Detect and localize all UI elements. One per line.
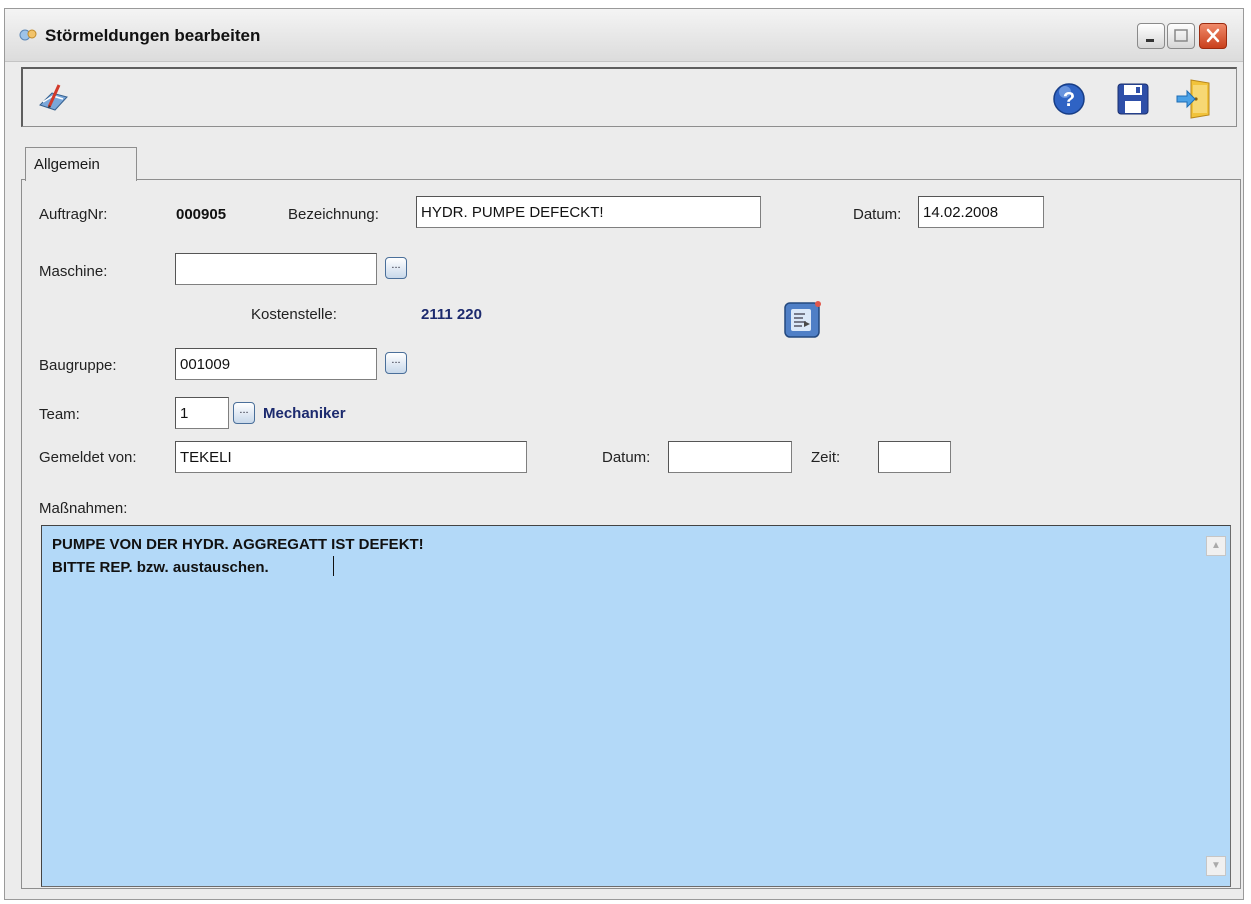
text-cursor bbox=[333, 556, 334, 576]
baugruppe-label: Baugruppe: bbox=[39, 357, 117, 374]
team-name-value: Mechaniker bbox=[263, 405, 346, 422]
team-field[interactable] bbox=[175, 397, 229, 429]
save-icon[interactable] bbox=[1116, 82, 1150, 120]
massnahmen-line-2: BITTE REP. bzw. austauschen. bbox=[52, 559, 269, 576]
datum-label: Datum: bbox=[602, 449, 651, 466]
massnahmen-textarea[interactable]: PUMPE VON DER HYDR. AGGREGATT IST DEFEKT… bbox=[41, 525, 1231, 887]
team-lookup-button[interactable]: ... bbox=[233, 402, 255, 424]
toolbar: ? bbox=[21, 67, 1237, 127]
baugruppe-lookup-button[interactable]: ... bbox=[385, 352, 407, 374]
datum-field[interactable] bbox=[668, 441, 792, 473]
scroll-down-icon[interactable]: ▼ bbox=[1206, 856, 1226, 876]
maschine-field[interactable] bbox=[175, 253, 377, 285]
close-icon bbox=[1206, 28, 1220, 43]
maximize-button[interactable] bbox=[1167, 23, 1195, 49]
scroll-up-icon[interactable]: ▲ bbox=[1206, 536, 1226, 556]
baugruppe-field[interactable] bbox=[175, 348, 377, 380]
gemeldet-von-label: Gemeldet von: bbox=[39, 449, 137, 466]
document-window-icon[interactable] bbox=[783, 299, 823, 345]
team-label: Team: bbox=[39, 406, 80, 423]
dialog-window: Störmeldungen bearbeiten ? Allgemein Auf… bbox=[4, 8, 1244, 900]
kostenstelle-value: 2111 220 bbox=[421, 306, 482, 323]
maschine-label: Maschine: bbox=[39, 263, 108, 280]
bezeichnung-field[interactable] bbox=[416, 196, 761, 228]
datum-top-field[interactable] bbox=[918, 196, 1044, 228]
close-button[interactable] bbox=[1199, 23, 1227, 49]
auftragnr-value: 000905 bbox=[176, 206, 227, 223]
tab-allgemein[interactable]: Allgemein bbox=[25, 147, 137, 181]
minimize-button[interactable] bbox=[1137, 23, 1165, 49]
edit-document-icon[interactable] bbox=[37, 83, 71, 117]
help-icon[interactable]: ? bbox=[1051, 81, 1087, 121]
maximize-icon bbox=[1174, 29, 1188, 42]
zeit-label: Zeit: bbox=[811, 449, 841, 466]
gemeldet-von-field[interactable] bbox=[175, 441, 527, 473]
auftragnr-label: AuftragNr: bbox=[39, 206, 108, 223]
kostenstelle-label: Kostenstelle: bbox=[251, 306, 337, 323]
tab-label: Allgemein bbox=[34, 156, 100, 173]
zeit-field[interactable] bbox=[878, 441, 951, 473]
bezeichnung-label: Bezeichnung: bbox=[288, 206, 379, 223]
minimize-icon bbox=[1146, 39, 1154, 42]
massnahmen-line-1: PUMPE VON DER HYDR. AGGREGATT IST DEFEKT… bbox=[52, 536, 424, 553]
datum-top-label: Datum: bbox=[853, 206, 902, 223]
textarea-scrollbar[interactable]: ▲ ▼ bbox=[1202, 526, 1230, 886]
maschine-lookup-button[interactable]: ... bbox=[385, 257, 407, 279]
massnahmen-label: Maßnahmen: bbox=[39, 500, 128, 517]
svg-text:?: ? bbox=[1063, 89, 1075, 111]
window-title: Störmeldungen bearbeiten bbox=[45, 26, 261, 45]
app-icon bbox=[19, 27, 39, 43]
title-bar[interactable]: Störmeldungen bearbeiten bbox=[5, 9, 1243, 62]
exit-door-icon[interactable] bbox=[1175, 77, 1215, 123]
